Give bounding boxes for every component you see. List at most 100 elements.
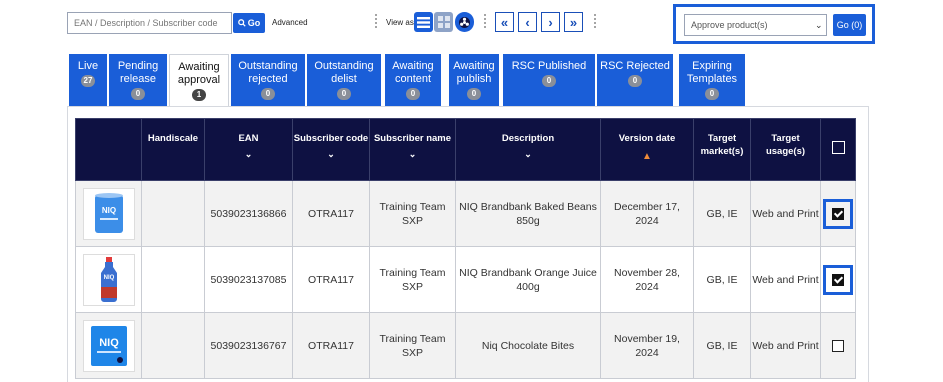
subscriber-name-cell: Training Team SXP	[369, 180, 456, 247]
chevron-down-icon[interactable]: ⌄	[370, 148, 455, 161]
table-row[interactable]: NIQ 5039023136767 OTRA117 Training Team …	[75, 312, 856, 379]
baked-beans-can-image: NIQ	[94, 192, 123, 233]
subscriber-name-header[interactable]: Subscriber name ⌄	[369, 118, 456, 181]
list-view-button[interactable]	[414, 12, 433, 32]
checkbox-highlight	[823, 198, 853, 229]
image-header	[75, 118, 142, 181]
ean-cell: 5039023136866	[204, 180, 293, 247]
handiscale-header[interactable]: Handiscale	[141, 118, 205, 181]
tab-count-badge: 0	[406, 88, 420, 100]
product-logo-text: NIQ	[103, 275, 114, 281]
product-thumbnail[interactable]: NIQ	[82, 319, 135, 372]
ean-header[interactable]: EAN ⌄	[204, 118, 293, 181]
search-icon	[237, 19, 246, 27]
go-label: Go	[247, 18, 261, 28]
next-page-button[interactable]: ›	[541, 12, 560, 32]
target-markets-header: Target market(s)	[693, 118, 751, 181]
first-page-button[interactable]: «	[495, 12, 514, 32]
subscriber-name-cell: Training Team SXP	[369, 312, 456, 379]
chevron-down-icon[interactable]: ⌄	[293, 148, 369, 161]
chevron-down-icon[interactable]: ⌄	[205, 148, 292, 161]
sort-up-icon[interactable]: ▲	[601, 150, 693, 163]
handiscale-cell	[141, 312, 205, 379]
tab-rsc-rejected[interactable]: RSC Rejected 0	[597, 54, 673, 106]
approve-action-select[interactable]: Approve product(s)	[684, 14, 827, 36]
list-icon	[417, 16, 430, 28]
product-image-cell: NIQ	[75, 246, 142, 313]
hazard-view-button[interactable]	[455, 12, 474, 32]
target-markets-cell: GB, IE	[693, 312, 751, 379]
tab-label: RSC Rejected	[600, 60, 670, 72]
version-date-cell: November 28, 2024	[600, 246, 694, 313]
tab-label: Live	[77, 60, 99, 72]
chevron-down-icon: ⌄	[815, 20, 823, 30]
subscriber-code-cell: OTRA117	[292, 312, 370, 379]
tab-outstanding-rejected[interactable]: Outstanding rejected 0	[231, 54, 305, 106]
description-cell: Niq Chocolate Bites	[455, 312, 601, 379]
tab-count-badge: 0	[628, 75, 642, 87]
approve-go-button[interactable]: Go (0)	[833, 14, 866, 36]
advanced-link[interactable]: Advanced	[272, 18, 308, 27]
row-checkbox[interactable]	[832, 273, 844, 286]
tab-count-badge: 27	[80, 75, 96, 87]
ean-cell: 5039023136767	[204, 312, 293, 379]
header-label: Target usage(s)	[765, 133, 806, 157]
select-all-checkbox[interactable]	[831, 141, 845, 154]
select-cell	[820, 246, 856, 313]
target-usage-cell: Web and Print	[750, 246, 821, 313]
product-thumbnail[interactable]: NIQ	[82, 187, 135, 240]
tab-count-badge: 0	[337, 88, 351, 100]
table-row[interactable]: NIQ 5039023136866 OTRA117 Training Team …	[75, 180, 856, 247]
subscriber-code-header[interactable]: Subscriber code ⌄	[292, 118, 370, 181]
tab-label: Awaiting approval	[177, 61, 221, 86]
tab-pending-release[interactable]: Pending release 0	[109, 54, 167, 106]
search-input[interactable]	[67, 12, 232, 34]
select-all-header	[820, 118, 856, 181]
target-markets-cell: GB, IE	[693, 246, 751, 313]
description-cell: NIQ Brandbank Baked Beans 850g	[455, 180, 601, 247]
view-as-label: View as	[386, 18, 414, 27]
header-label: Version date	[618, 133, 676, 144]
grid-icon	[437, 16, 450, 28]
select-cell	[820, 312, 856, 379]
tab-outstanding-delist[interactable]: Outstanding delist 0	[307, 54, 381, 106]
tab-live[interactable]: Live 27	[69, 54, 107, 106]
target-markets-cell: GB, IE	[693, 180, 751, 247]
product-thumbnail[interactable]: NIQ	[82, 253, 135, 306]
tab-awaiting-approval[interactable]: Awaiting approval 1	[169, 54, 229, 107]
subscriber-name-cell: Training Team SXP	[369, 246, 456, 313]
row-checkbox[interactable]	[832, 339, 844, 352]
tab-count-badge: 1	[192, 89, 206, 101]
tab-count-badge: 0	[705, 88, 719, 100]
chevron-down-icon[interactable]: ⌄	[456, 148, 600, 161]
version-date-cell: November 19, 2024	[600, 312, 694, 379]
row-checkbox[interactable]	[832, 207, 844, 220]
tab-label: Outstanding rejected	[238, 60, 298, 85]
product-logo-text: NIQ	[101, 206, 115, 215]
tab-rsc-published[interactable]: RSC Published 0	[503, 54, 595, 106]
header-label: Subscriber code	[293, 133, 369, 144]
version-date-header[interactable]: Version date ▲	[600, 118, 694, 181]
description-cell: NIQ Brandbank Orange Juice 400g	[455, 246, 601, 313]
subscriber-code-cell: OTRA117	[292, 246, 370, 313]
ean-cell: 5039023137085	[204, 246, 293, 313]
last-page-button[interactable]: »	[564, 12, 583, 32]
description-header[interactable]: Description ⌄	[455, 118, 601, 181]
prev-page-button[interactable]: ‹	[518, 12, 537, 32]
divider	[484, 14, 486, 30]
tab-label: Expiring Templates	[686, 60, 738, 85]
tab-awaiting-content[interactable]: Awaiting content 0	[385, 54, 441, 106]
tab-expiring-templates[interactable]: Expiring Templates 0	[679, 54, 745, 106]
handiscale-cell	[141, 246, 205, 313]
tab-awaiting-publish[interactable]: Awaiting publish 0	[449, 54, 499, 106]
table-header-row: Handiscale EAN ⌄ Subscriber code ⌄ Subscri…	[75, 118, 856, 181]
checkbox-highlight	[823, 264, 853, 295]
subscriber-code-cell: OTRA117	[292, 180, 370, 247]
tab-label: Awaiting content	[392, 60, 434, 85]
grid-view-button[interactable]	[434, 12, 453, 32]
tab-label: Awaiting publish	[453, 60, 495, 85]
divider	[375, 14, 377, 30]
table-row[interactable]: NIQ 5039023137085 OTRA117 Training Team …	[75, 246, 856, 313]
tab-count-badge: 0	[131, 88, 145, 100]
search-go-button[interactable]: Go	[233, 13, 265, 33]
